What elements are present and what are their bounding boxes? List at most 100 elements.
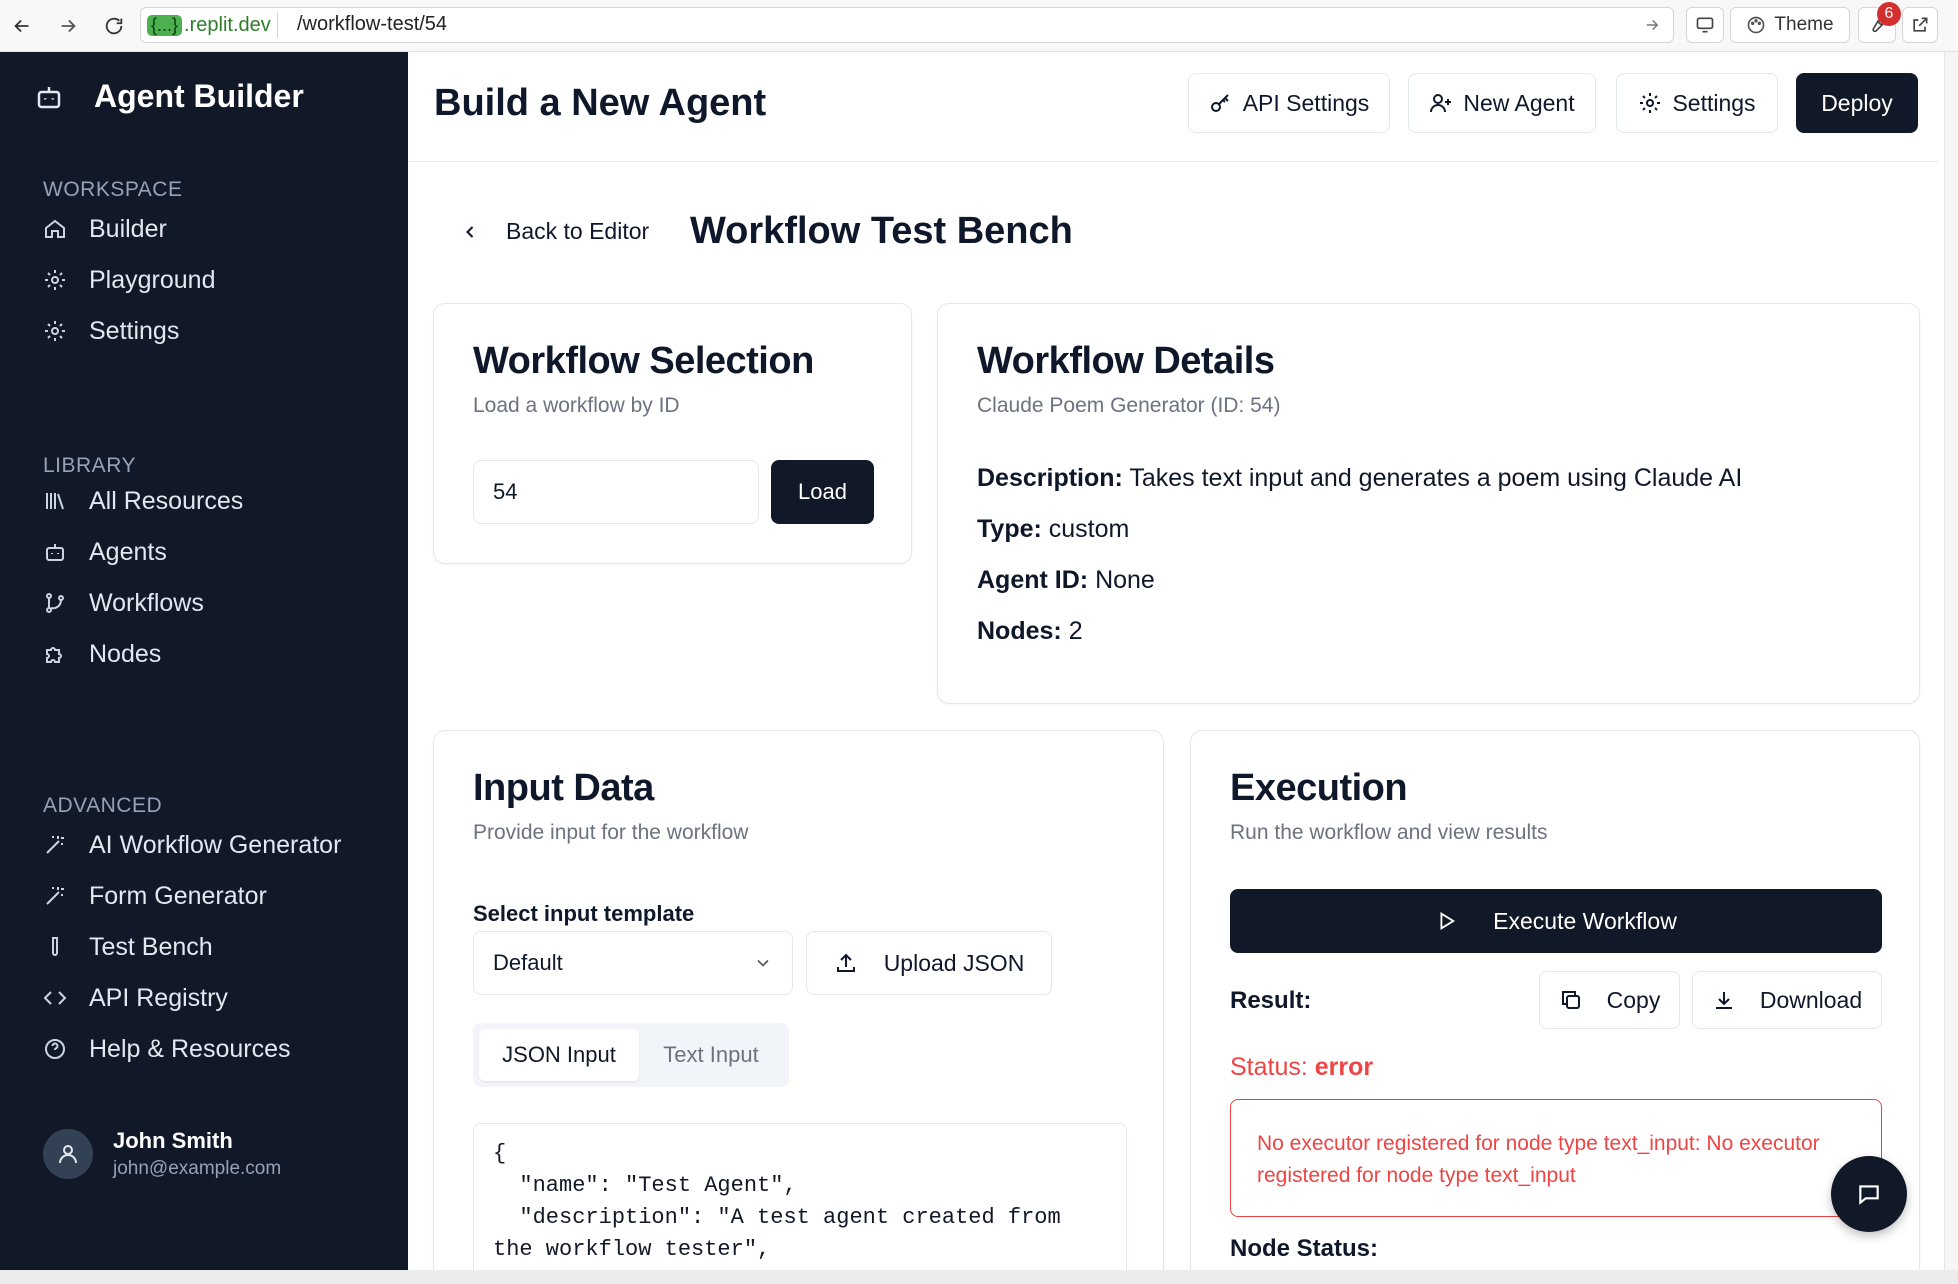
avatar <box>43 1129 93 1179</box>
download-icon <box>1715 992 1732 1009</box>
sidebar-item-label: Nodes <box>89 639 162 668</box>
back-arrow-icon[interactable] <box>6 10 38 42</box>
new-agent-button[interactable]: New Agent <box>1408 73 1596 133</box>
brand-title: Agent Builder <box>94 78 304 114</box>
copy-label: Copy <box>1606 986 1661 1013</box>
play-icon <box>1440 912 1456 930</box>
section-workspace: WORKSPACE <box>43 178 183 201</box>
input-tabs: JSON Input Text Input <box>473 1023 789 1087</box>
sidebar-item-label: Agents <box>89 537 167 566</box>
notification-badge: 6 <box>1877 2 1901 26</box>
sidebar-item-all-resources[interactable]: All Resources <box>43 479 383 523</box>
page-scrollbar[interactable] <box>1944 52 1958 1270</box>
api-settings-button[interactable]: API Settings <box>1188 73 1390 133</box>
detail-type: Type: custom <box>977 515 1129 544</box>
url-path: /workflow-test/54 <box>297 13 448 35</box>
sidebar-item-workflows[interactable]: Workflows <box>43 581 383 625</box>
url-host-text: .replit.dev <box>184 13 271 36</box>
result-label: Result: <box>1230 987 1312 1014</box>
reload-icon[interactable] <box>98 10 130 42</box>
workflow-selection-card: Workflow Selection Load a workflow by ID… <box>433 303 912 564</box>
gear-icon <box>45 270 65 290</box>
workflow-details-card: Workflow Details Claude Poem Generator (… <box>937 303 1920 704</box>
execution-card: Execution Run the workflow and view resu… <box>1190 730 1920 1284</box>
open-external-button[interactable] <box>1902 7 1938 43</box>
palette-icon <box>1748 16 1765 34</box>
tab-text-input[interactable]: Text Input <box>639 1029 783 1081</box>
settings-label: Settings <box>1672 89 1756 116</box>
detail-key: Nodes: <box>977 617 1062 645</box>
sidebar-item-builder[interactable]: Builder <box>43 207 383 251</box>
gear-icon <box>45 321 65 341</box>
detail-value: 2 <box>1068 617 1083 645</box>
bot-icon <box>46 544 64 561</box>
detail-value: None <box>1095 566 1155 594</box>
help-circle-icon <box>45 1039 65 1059</box>
sidebar-item-ai-workflow-generator[interactable]: AI Workflow Generator <box>43 823 383 867</box>
devices-button[interactable] <box>1686 7 1724 43</box>
sidebar-item-label: API Registry <box>89 983 228 1012</box>
detail-key: Agent ID: <box>977 566 1089 594</box>
sidebar-item-agents[interactable]: Agents <box>43 530 383 574</box>
settings-button[interactable]: Settings <box>1616 73 1778 133</box>
browser-toolbar: {...} .replit.dev /workflow-test/54 Them… <box>0 0 1958 52</box>
upload-icon <box>836 953 855 972</box>
template-value: Default <box>493 950 563 975</box>
test-bench-title: Workflow Test Bench <box>690 210 1073 252</box>
load-button[interactable]: Load <box>771 460 874 524</box>
forward-arrow-icon[interactable] <box>52 10 84 42</box>
detail-key: Type: <box>977 515 1042 543</box>
tools-button[interactable]: 6 <box>1858 2 1901 43</box>
execute-workflow-button[interactable]: Execute Workflow <box>1230 889 1882 953</box>
upload-json-button[interactable]: Upload JSON <box>806 931 1052 995</box>
sidebar-item-label: Workflows <box>89 588 204 617</box>
branch-icon <box>46 593 64 613</box>
json-line: "description": "A test agent created fro… <box>493 1205 1061 1230</box>
execute-label: Execute Workflow <box>1493 907 1677 934</box>
template-label: Select input template <box>473 901 695 926</box>
brand[interactable]: Agent Builder <box>34 78 304 115</box>
url-host-pill: {...} <box>147 14 183 36</box>
go-arrow-icon[interactable] <box>1643 16 1661 34</box>
sidebar-item-help[interactable]: Help & Resources <box>43 1027 383 1071</box>
sidebar-item-label: Settings <box>89 316 180 345</box>
user-icon <box>59 1145 77 1164</box>
status-key: Status: <box>1230 1053 1308 1081</box>
status-line: Status: error <box>1230 1053 1373 1082</box>
back-to-editor-link[interactable]: Back to Editor <box>460 218 649 245</box>
download-button[interactable]: Download <box>1692 971 1882 1029</box>
json-line: { <box>493 1141 507 1166</box>
json-input-textarea[interactable]: { "name": "Test Agent", "description": "… <box>473 1123 1127 1283</box>
user-profile[interactable]: John Smith john@example.com <box>43 1128 281 1180</box>
sidebar-item-settings[interactable]: Settings <box>43 309 383 353</box>
chat-button[interactable] <box>1831 1156 1907 1232</box>
template-select[interactable]: Default <box>473 931 793 995</box>
sidebar-item-test-bench[interactable]: Test Bench <box>43 925 383 969</box>
chevron-down-icon <box>757 959 769 967</box>
theme-button[interactable]: Theme <box>1730 7 1850 43</box>
sidebar-item-playground[interactable]: Playground <box>43 258 383 302</box>
sidebar-item-nodes[interactable]: Nodes <box>43 632 383 676</box>
json-line: the workflow tester", <box>493 1237 771 1262</box>
sidebar-item-form-generator[interactable]: Form Generator <box>43 874 383 918</box>
user-name: John Smith <box>113 1128 233 1153</box>
card-subtitle: Run the workflow and view results <box>1230 821 1548 844</box>
card-title: Workflow Selection <box>473 340 814 382</box>
page-title: Build a New Agent <box>434 82 767 124</box>
user-plus-icon <box>1430 94 1452 113</box>
card-subtitle: Provide input for the workflow <box>473 821 749 844</box>
detail-value: Takes text input and generates a poem us… <box>1129 464 1743 492</box>
section-advanced: ADVANCED <box>43 794 163 817</box>
sidebar-item-api-registry[interactable]: API Registry <box>43 976 383 1020</box>
input-data-card: Input Data Provide input for the workflo… <box>433 730 1164 1284</box>
tab-json-input[interactable]: JSON Input <box>479 1029 639 1081</box>
wand-icon <box>46 887 64 905</box>
puzzle-icon <box>46 647 62 663</box>
copy-button[interactable]: Copy <box>1539 971 1680 1029</box>
address-bar[interactable]: {...} .replit.dev /workflow-test/54 <box>140 7 1674 43</box>
deploy-button[interactable]: Deploy <box>1796 73 1918 133</box>
bot-icon <box>37 86 61 108</box>
library-icon <box>46 493 64 510</box>
workflow-id-input[interactable]: 54 <box>473 460 759 524</box>
test-tube-icon <box>52 937 58 956</box>
